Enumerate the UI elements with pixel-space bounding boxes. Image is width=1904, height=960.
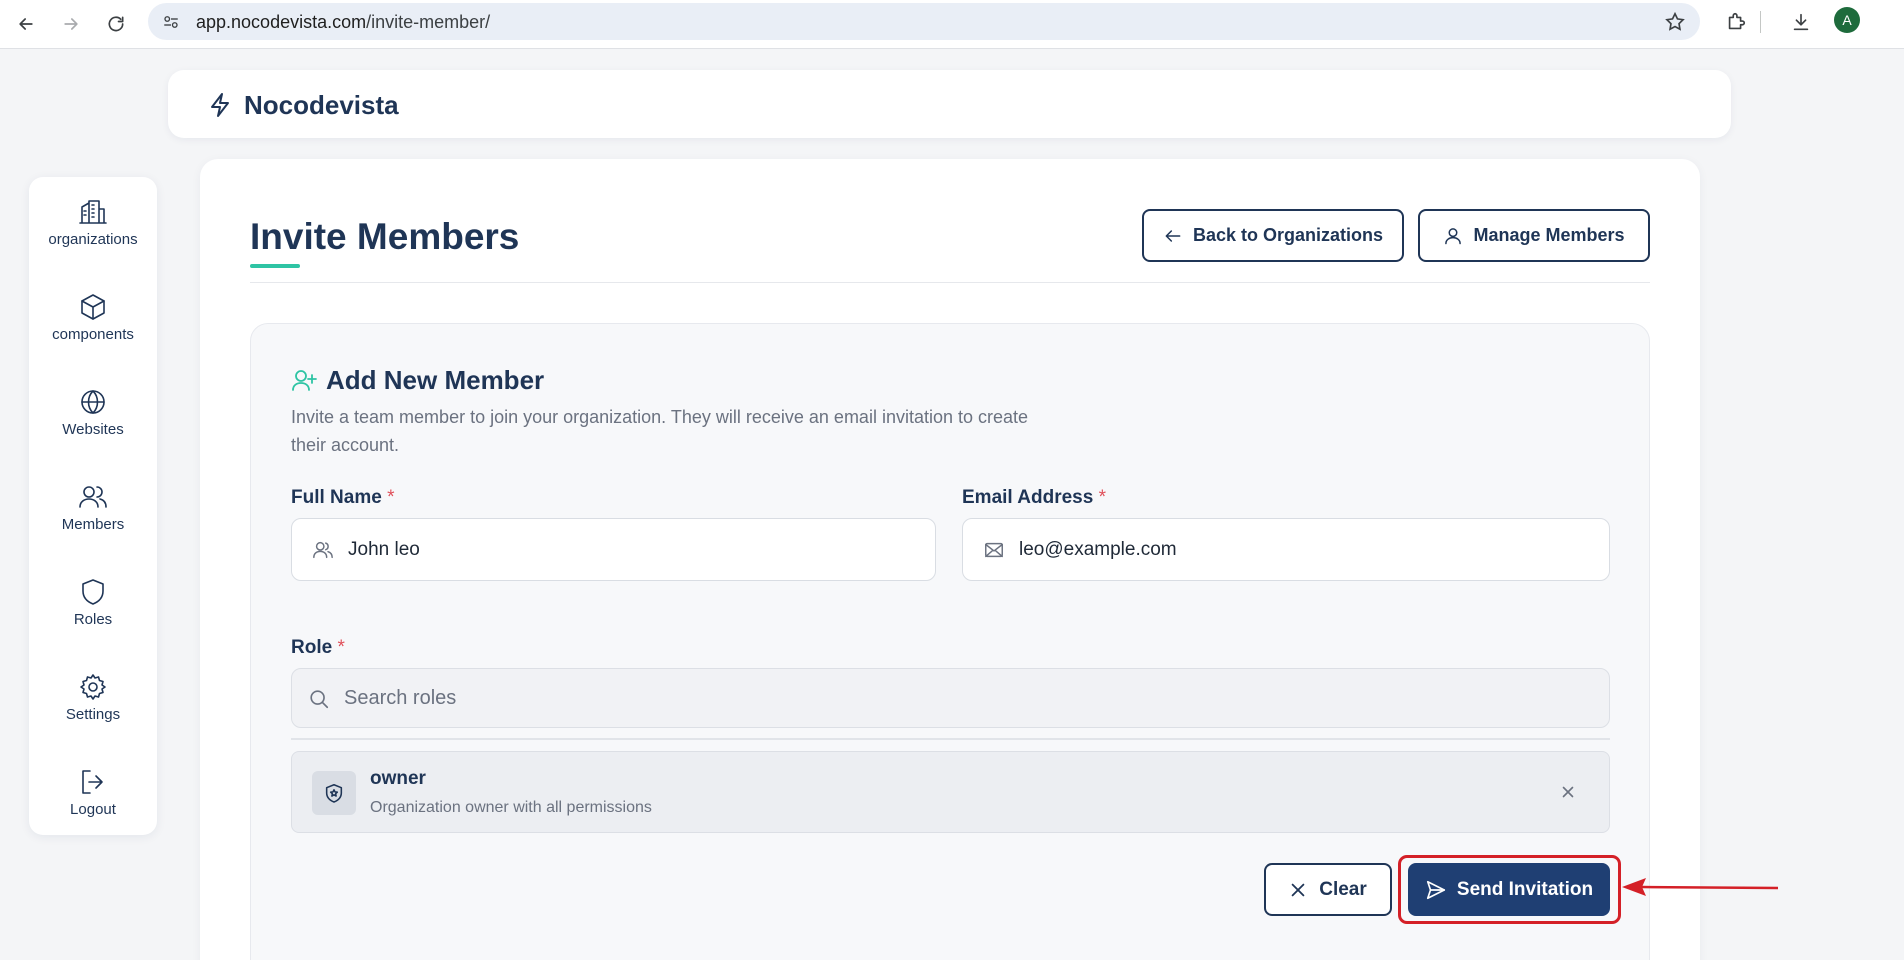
sidebar-item-label: Settings: [65, 706, 121, 723]
sidebar-item-label: components: [52, 326, 134, 343]
sidebar-item-components[interactable]: components: [29, 292, 157, 372]
section-description: Invite a team member to join your organi…: [291, 407, 1029, 455]
main-card: Invite Members Back to Organizations Man…: [200, 159, 1700, 960]
extensions-icon[interactable]: [1722, 8, 1750, 36]
brand-name[interactable]: Nocodevista: [244, 90, 399, 121]
url-text: app.nocodevista.com/invite-member/: [196, 12, 491, 32]
manage-members-button[interactable]: Manage Members: [1418, 209, 1650, 262]
email-field[interactable]: leo@example.com: [962, 518, 1610, 581]
sidebar-item-organizations[interactable]: organizations: [29, 197, 157, 277]
sidebar: organizations components Websites Member…: [29, 177, 157, 835]
mail-icon: [983, 539, 1005, 561]
email-label: Email Address *: [962, 487, 1106, 508]
cube-icon: [81, 294, 105, 320]
shield-icon: [82, 579, 104, 605]
profile-avatar[interactable]: A: [1834, 7, 1860, 33]
role-search-placeholder: Search roles: [344, 687, 457, 709]
building-icon: [79, 200, 107, 224]
manage-button-label: Manage Members: [1473, 225, 1625, 245]
required-mark: *: [1098, 487, 1106, 508]
role-divider: [291, 738, 1610, 740]
back-to-organizations-button[interactable]: Back to Organizations: [1142, 209, 1404, 262]
browser-toolbar: app.nocodevista.com/invite-member/ A: [0, 0, 1904, 49]
site-settings-icon[interactable]: [160, 11, 182, 33]
clear-button-label: Clear: [1319, 878, 1367, 900]
section-title: Add New Member: [326, 365, 545, 395]
back-button-label: Back to Organizations: [1192, 225, 1384, 245]
close-icon[interactable]: [1559, 783, 1579, 803]
bookmark-star-icon[interactable]: [1664, 11, 1686, 33]
sidebar-item-roles[interactable]: Roles: [29, 577, 157, 657]
app-header: Nocodevista: [168, 70, 1731, 138]
sidebar-item-members[interactable]: Members: [29, 482, 157, 562]
sidebar-item-label: organizations: [48, 231, 138, 248]
sidebar-item-label: Members: [61, 516, 125, 533]
highlight-box: [1398, 855, 1621, 924]
arrow-left-icon: [1165, 229, 1181, 242]
download-icon[interactable]: [1787, 8, 1815, 36]
sidebar-item-label: Websites: [62, 421, 124, 438]
reload-icon[interactable]: [100, 8, 132, 40]
role-label: Role *: [291, 637, 345, 658]
clear-button[interactable]: Clear: [1264, 863, 1392, 916]
globe-icon: [81, 390, 105, 414]
shield-star-icon: [312, 771, 356, 815]
annotation-arrow-icon: [1622, 878, 1779, 896]
full-name-field[interactable]: John leo: [291, 518, 936, 581]
title-underline: [250, 264, 300, 268]
users-icon: [312, 539, 334, 561]
forward-arrow-icon[interactable]: [55, 8, 87, 40]
required-mark: *: [387, 487, 395, 508]
role-search-input[interactable]: Search roles: [291, 668, 1610, 728]
page-title: Invite Members: [250, 216, 520, 257]
sidebar-item-label: Logout: [70, 801, 116, 818]
gear-icon: [80, 674, 106, 700]
search-icon: [308, 688, 330, 710]
user-plus-icon: [291, 368, 317, 392]
selected-role-chip: owner Organization owner with all permis…: [291, 751, 1610, 833]
lightning-bolt-icon: [208, 92, 232, 118]
sidebar-item-websites[interactable]: Websites: [29, 387, 157, 467]
logout-icon: [82, 770, 103, 794]
sidebar-item-label: Roles: [73, 611, 113, 628]
address-bar[interactable]: app.nocodevista.com/invite-member/: [148, 3, 1700, 40]
toolbar-divider: [1760, 11, 1761, 33]
role-description: Organization owner with all permissions: [370, 799, 652, 816]
full-name-value: John leo: [348, 539, 420, 560]
email-value: leo@example.com: [1019, 539, 1177, 560]
user-icon: [1445, 227, 1462, 244]
sidebar-item-logout[interactable]: Logout: [29, 767, 157, 847]
header-divider: [250, 282, 1650, 283]
sidebar-item-settings[interactable]: Settings: [29, 672, 157, 752]
back-arrow-icon[interactable]: [10, 8, 42, 40]
required-mark: *: [337, 637, 345, 658]
role-name: owner: [370, 768, 426, 789]
users-icon: [79, 486, 107, 508]
full-name-label: Full Name *: [291, 487, 395, 508]
close-icon: [1291, 883, 1305, 896]
